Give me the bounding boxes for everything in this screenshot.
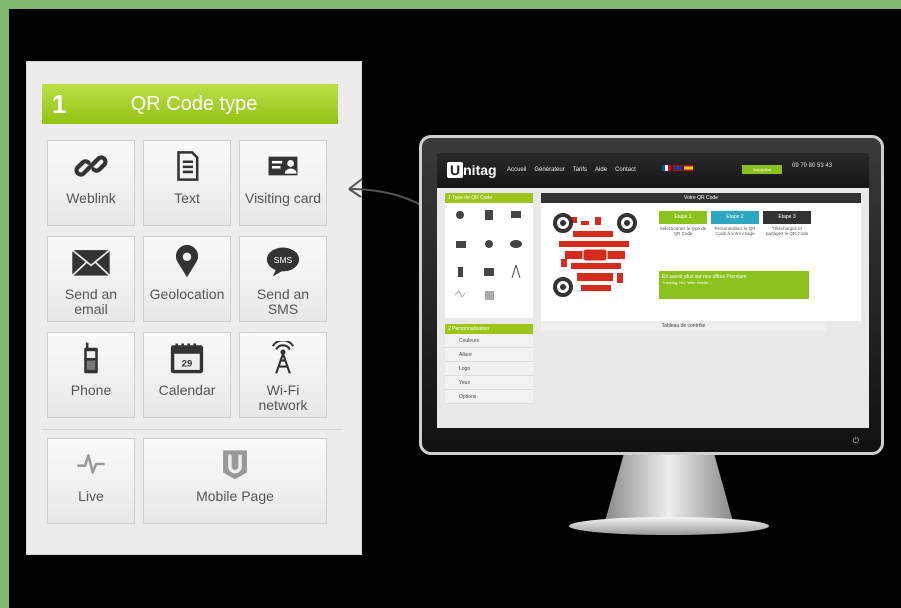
- language-flags: [662, 165, 693, 171]
- qr-type-panel: 1 QR Code type Weblink Text Visiting car…: [26, 61, 362, 555]
- monitor-stand: [604, 455, 734, 525]
- flag-fr-icon[interactable]: [662, 165, 671, 171]
- site-header: Unitag Accueil Générateur Tarifs Aide Co…: [437, 153, 869, 188]
- step-title: Etape 1: [659, 211, 707, 224]
- type-header: 1 Type de QR Code: [445, 193, 533, 203]
- panel-header: 1 QR Code type: [42, 84, 338, 124]
- link-icon: [74, 155, 108, 177]
- tile-text[interactable]: Text: [143, 140, 231, 226]
- sms-icon-text: SMS: [274, 255, 293, 265]
- site-left-column: 1 Type de QR Code 2 Personnalisation Cou…: [445, 193, 533, 404]
- qr-preview-area: Etape 1 Sélectionnez le type de QR Code …: [541, 203, 861, 321]
- step-title: Etape 3: [763, 211, 811, 224]
- step-1: Etape 1 Sélectionnez le type de QR Code: [659, 211, 707, 236]
- sms-bubble-icon: SMS: [266, 247, 300, 277]
- tile-label: Weblink: [66, 190, 116, 206]
- mini-icons: [454, 210, 522, 300]
- power-icon: ⏻: [852, 436, 859, 445]
- custom-item-yeux[interactable]: Yeux: [445, 376, 533, 390]
- monitor-bezel: Unitag Accueil Générateur Tarifs Aide Co…: [419, 135, 884, 455]
- monitor-base: [569, 517, 769, 535]
- nav-item-contact[interactable]: Contact: [615, 167, 636, 173]
- tile-phone[interactable]: Phone: [47, 332, 135, 418]
- tile-live[interactable]: Live: [47, 438, 135, 524]
- tile-visiting-card[interactable]: Visiting card: [239, 140, 327, 226]
- premium-promo[interactable]: En savoir plus sur nos offres Premium Tr…: [659, 271, 809, 299]
- calendar-icon-day: 29: [182, 359, 192, 369]
- divider: [42, 429, 342, 430]
- nav-item-tarifs[interactable]: Tarifs: [573, 167, 587, 173]
- calendar-icon: 29: [170, 343, 204, 374]
- custom-item-logo[interactable]: Logo: [445, 362, 533, 376]
- business-card-icon: [268, 156, 298, 176]
- site-right-column: Votre QR Code Etape 1 Sélectionnez le ty…: [541, 193, 861, 321]
- step-text: Téléchargez et partagez le QR Code: [765, 226, 809, 236]
- tile-send-sms[interactable]: SMS Send an SMS: [239, 236, 327, 322]
- map-pin-icon: [175, 245, 199, 278]
- logo-letter: U: [447, 162, 464, 178]
- custom-header: 2 Personnalisation: [445, 324, 533, 334]
- panel-title: QR Code type: [130, 92, 258, 115]
- tile-label: Phone: [70, 382, 112, 398]
- qr-preview-header: Votre QR Code: [541, 193, 861, 203]
- tile-calendar[interactable]: 29 Calendar: [143, 332, 231, 418]
- monitor-screen: Unitag Accueil Générateur Tarifs Aide Co…: [437, 153, 869, 428]
- tile-label: Send an SMS: [256, 286, 310, 317]
- tile-label: Live: [78, 488, 104, 504]
- tile-label: Calendar: [158, 382, 216, 398]
- flag-es-icon[interactable]: [684, 165, 693, 171]
- envelope-icon: [71, 249, 111, 277]
- step-text: Personnalisez le QR Code à votre image: [714, 226, 756, 236]
- tile-geolocation[interactable]: Geolocation: [143, 236, 231, 322]
- promo-subtext: Tracking, HD, Web Mobile...: [662, 280, 712, 285]
- logo-text: nitag: [463, 162, 497, 178]
- monitor: Unitag Accueil Générateur Tarifs Aide Co…: [419, 135, 884, 455]
- site-nav: Accueil Générateur Tarifs Aide Contact: [507, 167, 636, 173]
- pulse-icon: [77, 454, 105, 474]
- nav-item-aide[interactable]: Aide: [595, 167, 607, 173]
- step-2: Etape 2 Personnalisez le QR Code à votre…: [711, 211, 759, 236]
- wifi-antenna-icon: [271, 341, 295, 374]
- custom-item-couleurs[interactable]: Couleurs: [445, 334, 533, 348]
- signup-button[interactable]: Inscription: [742, 165, 782, 174]
- nav-item-generateur[interactable]: Générateur: [534, 167, 564, 173]
- step-text: Sélectionnez le type de QR Code: [659, 226, 707, 236]
- control-table-header: Tableau de contrôle: [541, 321, 826, 331]
- tile-wifi-network[interactable]: Wi-Fi network: [239, 332, 327, 418]
- tile-label: Text: [174, 190, 200, 206]
- custom-item-allure[interactable]: Allure: [445, 348, 533, 362]
- nav-item-accueil[interactable]: Accueil: [507, 167, 526, 173]
- tile-weblink[interactable]: Weblink: [47, 140, 135, 226]
- document-icon: [177, 151, 199, 181]
- tile-mobile-page[interactable]: Mobile Page: [143, 438, 327, 524]
- custom-list: Couleurs Allure Logo Yeux Options: [445, 334, 533, 404]
- mobile-phone-icon: [84, 342, 98, 374]
- step-title: Etape 2: [711, 211, 759, 224]
- tile-label: Visiting card: [244, 190, 321, 206]
- step-number: 1: [52, 88, 67, 119]
- tile-label: Geolocation: [149, 286, 225, 302]
- tile-label: Wi-Fi network: [258, 382, 308, 413]
- phone-number: 09 70 80 53 43: [792, 163, 833, 169]
- custom-item-options[interactable]: Options: [445, 390, 533, 404]
- step-3: Etape 3 Téléchargez et partagez le QR Co…: [763, 211, 811, 236]
- tile-label: Send an email: [64, 286, 118, 317]
- tile-send-email[interactable]: Send an email: [47, 236, 135, 322]
- qr-code-image: [551, 211, 639, 299]
- flag-uk-icon[interactable]: [673, 165, 682, 171]
- stage: 1 QR Code type Weblink Text Visiting car…: [9, 9, 901, 608]
- tile-label: Mobile Page: [196, 488, 274, 504]
- unitag-shield-icon: [223, 450, 247, 480]
- type-mini-grid: [445, 203, 533, 318]
- site-logo[interactable]: Unitag: [447, 162, 497, 178]
